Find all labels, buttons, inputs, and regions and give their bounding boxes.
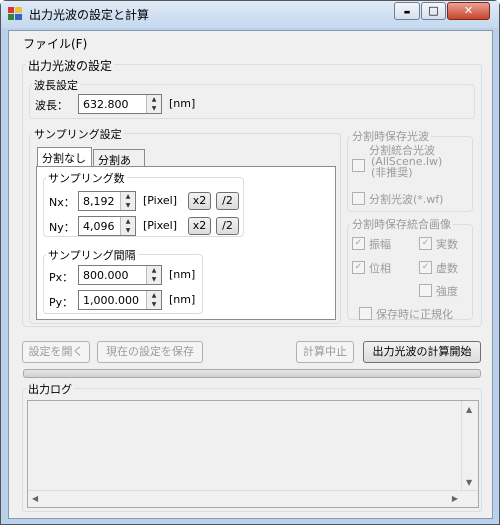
ny-unit: [Pixel] (143, 219, 178, 232)
merged-wave-label: 分割統合光波 (AllScene.lw) (非推奨) (369, 145, 442, 178)
nx-double-button[interactable]: x2 (188, 192, 211, 210)
px-label: Px： (49, 271, 74, 284)
tab-no-split[interactable]: 分割なし (37, 147, 92, 168)
intensity-checkbox[interactable] (419, 284, 432, 297)
nx-value: 8,192 (83, 195, 115, 208)
nx-spinner[interactable]: ▲ ▼ (120, 192, 135, 210)
phase-label: 位相 (369, 262, 391, 275)
log-horizontal-scrollbar[interactable]: ◀ ▶ (28, 490, 478, 507)
spin-down-icon[interactable]: ▼ (121, 201, 135, 210)
wavelength-spinner[interactable]: ▲ ▼ (146, 95, 161, 113)
split-wave-label: 分割光波(*.wf) (369, 193, 444, 206)
split-wave-checkbox[interactable] (352, 192, 365, 205)
close-icon: ✕ (463, 4, 474, 17)
minimize-button[interactable]: ▬ (394, 2, 420, 20)
spin-down-icon[interactable]: ▼ (121, 226, 135, 235)
py-input[interactable]: 1,000.000 ▲ ▼ (78, 290, 162, 310)
split-save-title: 分割時保存光波 (350, 128, 431, 144)
wavelength-group-title: 波長設定 (32, 77, 80, 93)
menu-bar: ファイル(F) (9, 31, 492, 53)
spin-down-icon[interactable]: ▼ (147, 275, 161, 284)
merged-wave-checkbox[interactable] (352, 159, 365, 172)
imag-label: 虚数 (436, 262, 458, 275)
scroll-down-icon[interactable]: ▼ (466, 478, 472, 487)
px-input[interactable]: 800.000 ▲ ▼ (78, 265, 162, 285)
client-area: ファイル(F) 出力光波の設定 波長設定 波長： 632.800 ▲ ▼ [nm]… (8, 30, 493, 519)
px-value: 800.000 (83, 269, 129, 282)
amplitude-checkbox[interactable]: ✓ (352, 237, 365, 250)
spin-up-icon[interactable]: ▲ (147, 95, 161, 104)
close-button[interactable]: ✕ (447, 2, 490, 20)
py-spinner[interactable]: ▲ ▼ (146, 291, 161, 309)
px-spinner[interactable]: ▲ ▼ (146, 266, 161, 284)
spin-down-icon[interactable]: ▼ (147, 104, 161, 113)
open-settings-button[interactable]: 設定を開く (22, 341, 90, 363)
wavelength-unit: [nm] (169, 97, 196, 110)
save-settings-button[interactable]: 現在の設定を保存 (97, 341, 203, 363)
imag-checkbox[interactable]: ✓ (419, 261, 432, 274)
maximize-icon: □ (428, 4, 439, 17)
stop-button[interactable]: 計算中止 (296, 341, 354, 363)
py-unit: [nm] (169, 293, 196, 306)
ny-value: 4,096 (83, 220, 115, 233)
output-settings-title: 出力光波の設定 (26, 57, 115, 74)
split-image-title: 分割時保存統合画像 (350, 216, 453, 232)
wavelength-value: 632.800 (83, 98, 129, 111)
py-value: 1,000.000 (83, 294, 139, 307)
spin-up-icon[interactable]: ▲ (147, 266, 161, 275)
sampling-count-title: サンプリング数 (46, 170, 127, 186)
sampling-interval-title: サンプリング間隔 (46, 247, 138, 263)
nx-unit: [Pixel] (143, 194, 178, 207)
intensity-label: 強度 (436, 285, 458, 298)
scroll-left-icon[interactable]: ◀ (32, 494, 38, 503)
log-textarea[interactable]: ▲ ▼ ◀ ▶ (27, 400, 479, 508)
minimize-icon: ▬ (403, 8, 411, 16)
normalize-checkbox[interactable] (359, 307, 372, 320)
real-label: 実数 (436, 238, 458, 251)
main-window: 出力光波の設定と計算 ▬ □ ✕ ファイル(F) 出力光波の設定 波長設定 波長… (0, 0, 500, 525)
start-button[interactable]: 出力光波の計算開始 (363, 341, 481, 363)
sampling-group-title: サンプリング設定 (32, 126, 124, 142)
progress-bar (23, 369, 481, 378)
nx-half-button[interactable]: /2 (216, 192, 239, 210)
real-checkbox[interactable]: ✓ (419, 237, 432, 250)
title-bar: 出力光波の設定と計算 ▬ □ ✕ (1, 1, 499, 28)
app-icon (8, 7, 22, 20)
spin-up-icon[interactable]: ▲ (121, 192, 135, 201)
nx-label: Nx： (49, 196, 75, 209)
spin-down-icon[interactable]: ▼ (147, 300, 161, 309)
wavelength-input[interactable]: 632.800 ▲ ▼ (78, 94, 162, 114)
wavelength-label: 波長： (35, 99, 68, 112)
scroll-right-icon[interactable]: ▶ (452, 494, 458, 503)
window-title: 出力光波の設定と計算 (29, 8, 150, 22)
log-vertical-scrollbar[interactable]: ▲ ▼ (461, 401, 478, 491)
nx-input[interactable]: 8,192 ▲ ▼ (78, 191, 136, 211)
log-title: 出力ログ (26, 381, 74, 397)
ny-spinner[interactable]: ▲ ▼ (120, 217, 135, 235)
spin-up-icon[interactable]: ▲ (121, 217, 135, 226)
maximize-button[interactable]: □ (421, 2, 446, 20)
ny-label: Ny： (49, 221, 75, 234)
spin-up-icon[interactable]: ▲ (147, 291, 161, 300)
py-label: Py： (49, 296, 74, 309)
ny-input[interactable]: 4,096 ▲ ▼ (78, 216, 136, 236)
amplitude-label: 振幅 (369, 238, 391, 251)
scroll-up-icon[interactable]: ▲ (466, 405, 472, 414)
normalize-label: 保存時に正規化 (376, 308, 453, 321)
ny-half-button[interactable]: /2 (216, 217, 239, 235)
phase-checkbox[interactable]: ✓ (352, 261, 365, 274)
menu-file[interactable]: ファイル(F) (23, 35, 87, 52)
merged-wave-line3: (非推奨) (371, 166, 413, 179)
px-unit: [nm] (169, 268, 196, 281)
ny-double-button[interactable]: x2 (188, 217, 211, 235)
